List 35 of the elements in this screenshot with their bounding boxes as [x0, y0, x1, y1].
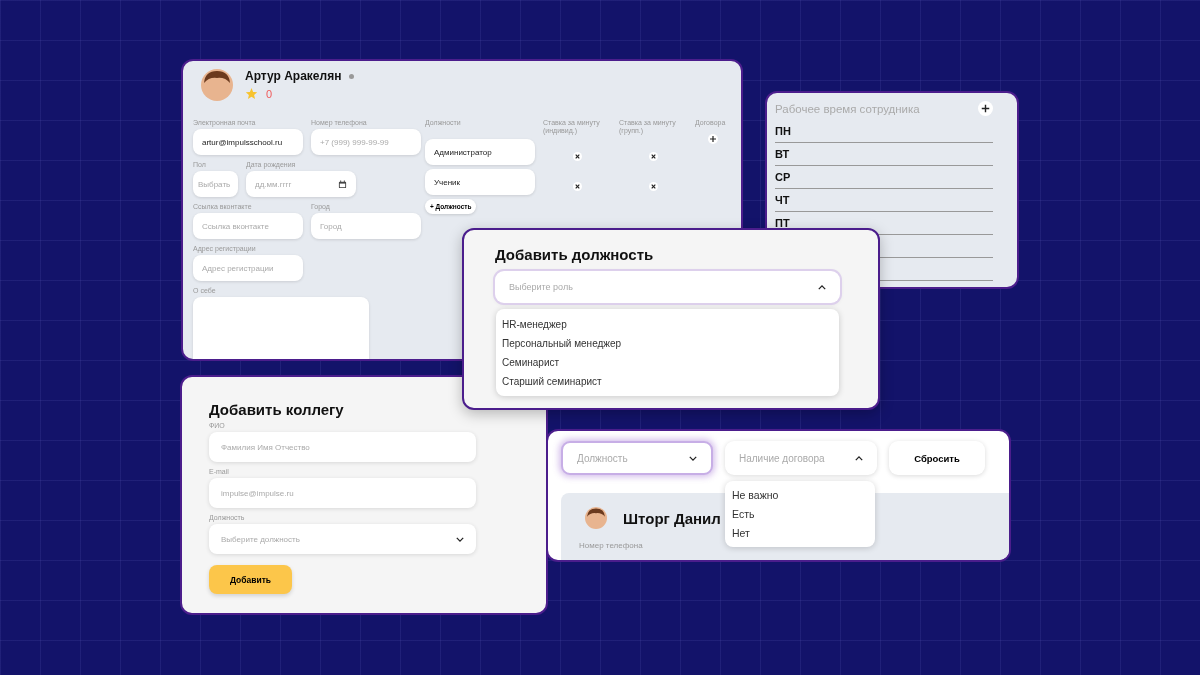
- dropdown-option[interactable]: Старший семинарист: [502, 375, 833, 388]
- dropdown-option[interactable]: Есть: [732, 508, 868, 520]
- weekday-label: ЧТ: [775, 194, 790, 206]
- employee-name: Артур Аракелян: [245, 69, 342, 83]
- dropdown-option[interactable]: HR-менеджер: [502, 318, 833, 331]
- dialog-title: Добавить коллегу: [209, 401, 345, 418]
- close-icon[interactable]: [572, 181, 582, 191]
- weekday-label: СР: [775, 171, 791, 183]
- field-label: Номер телефона: [579, 541, 643, 551]
- position-field[interactable]: Ученик: [425, 169, 535, 196]
- dialog-title: Добавить должность: [495, 246, 655, 263]
- calendar-icon: [338, 179, 347, 189]
- add-icon[interactable]: [708, 134, 718, 145]
- close-icon[interactable]: [572, 151, 582, 161]
- employee-name: Шторг Данил: [623, 509, 721, 527]
- dropdown-option[interactable]: Нет: [732, 527, 868, 539]
- add-button[interactable]: Добавить: [209, 565, 292, 595]
- input-field[interactable]: artur@impulsschool.ru: [193, 129, 303, 156]
- weekday-label: ПН: [775, 125, 791, 137]
- close-icon[interactable]: [648, 181, 658, 191]
- position-field[interactable]: Администратор: [425, 139, 535, 166]
- weekday-label: ПТ: [775, 217, 790, 229]
- dropdown-option[interactable]: Семинарист: [502, 356, 833, 369]
- weekday-label: ВТ: [775, 148, 790, 160]
- reset-button[interactable]: Сбросить: [889, 441, 985, 475]
- avatar-icon: [201, 69, 233, 101]
- rating-value: 0: [266, 87, 273, 100]
- dropdown-option[interactable]: Не важно: [732, 489, 868, 501]
- star-icon: [245, 87, 258, 100]
- close-icon[interactable]: [648, 151, 658, 161]
- avatar-icon: [585, 507, 607, 529]
- dropdown-option[interactable]: Персональный менеджер: [502, 337, 833, 350]
- status-dot: [349, 73, 355, 79]
- schedule-title: Рабочее время сотрудника: [775, 102, 920, 115]
- add-icon[interactable]: [978, 101, 993, 116]
